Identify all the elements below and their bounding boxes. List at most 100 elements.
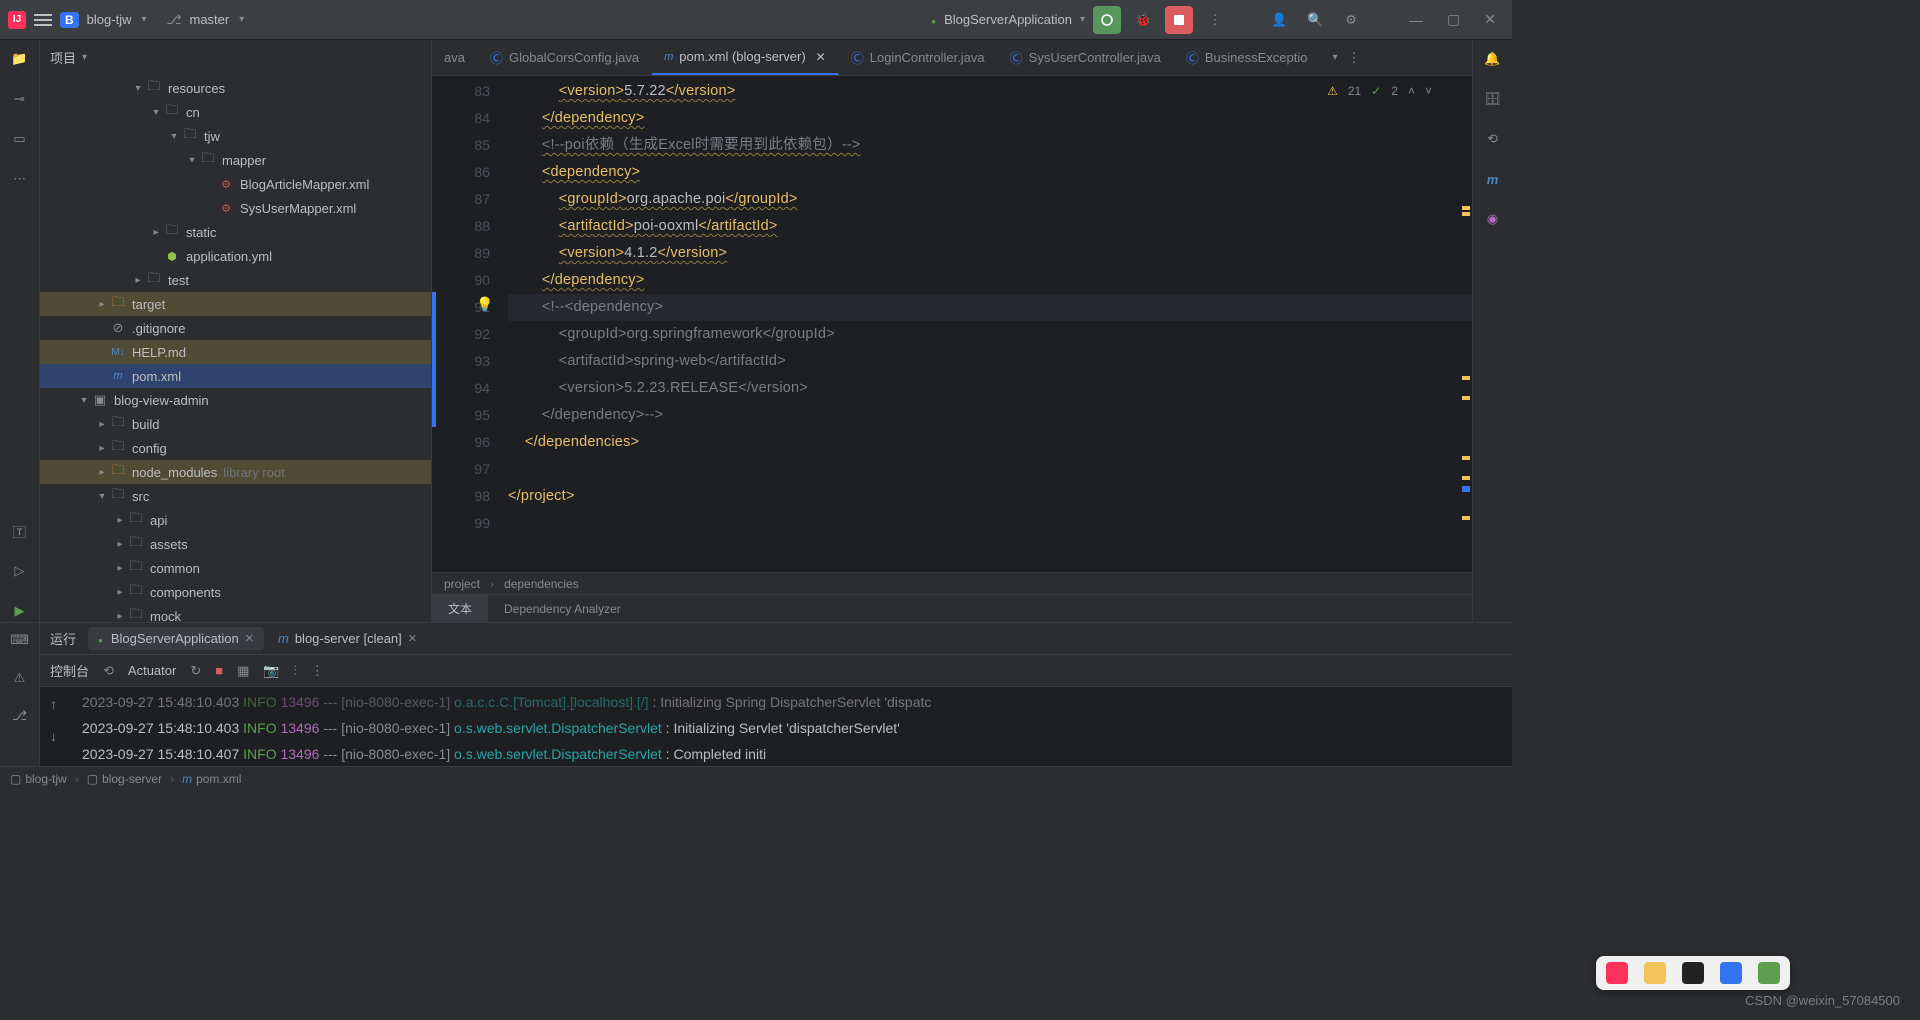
up-icon[interactable]: ↑ — [50, 691, 57, 717]
tabs-more[interactable]: ▾ ⋮ — [1321, 40, 1371, 75]
maven-icon[interactable]: m — [1482, 168, 1504, 190]
stop-button[interactable] — [1165, 6, 1193, 34]
close-icon[interactable]: ✕ — [1476, 11, 1504, 28]
status-crumb[interactable]: ▢ blog-tjw — [10, 772, 67, 786]
stop-icon[interactable]: ■ — [215, 663, 223, 678]
tree-item[interactable]: ⚙BlogArticleMapper.xml — [40, 172, 431, 196]
more-tool-icon[interactable]: ⋯ — [9, 168, 31, 190]
more-icon[interactable]: ⋮ — [1201, 6, 1229, 34]
run-tab-clean[interactable]: mblog-server [clean] ✕ — [268, 627, 427, 650]
tree-item[interactable]: ▸🗀target — [40, 292, 431, 316]
chevron-down-icon[interactable]: ▾ — [239, 14, 244, 25]
database-icon[interactable]: 🗄 — [1482, 88, 1504, 110]
project-name[interactable]: blog-tjw — [87, 12, 132, 27]
tree-item[interactable]: ▸🗀common — [40, 556, 431, 580]
tree-item[interactable]: ▸🗀api — [40, 508, 431, 532]
tree-item[interactable]: ▸🗀test — [40, 268, 431, 292]
branch-name[interactable]: master — [189, 12, 229, 27]
breadcrumb[interactable]: project › dependencies — [432, 572, 1472, 594]
task-icon[interactable] — [1644, 962, 1666, 984]
tree-item[interactable]: ▾🗀src — [40, 484, 431, 508]
notifications-icon[interactable]: 🔔 — [1482, 48, 1504, 70]
run-tab-app[interactable]: BlogServerApplication ✕ — [88, 627, 264, 650]
tree-item[interactable]: ▾🗀tjw — [40, 124, 431, 148]
maximize-icon[interactable]: ▢ — [1439, 11, 1468, 28]
tree-item[interactable]: ▸🗀components — [40, 580, 431, 604]
close-icon[interactable]: ✕ — [245, 632, 254, 645]
structure-tool-icon[interactable]: ▭ — [9, 128, 31, 150]
ai-icon[interactable]: ◉ — [1482, 208, 1504, 230]
rerun-icon[interactable]: ↻ — [190, 663, 201, 679]
code-area[interactable]: <version>5.7.22</version> </dependency> … — [508, 76, 1472, 572]
tree-item[interactable]: ▾🗀cn — [40, 100, 431, 124]
more-icon[interactable]: ⋮ — [311, 663, 324, 679]
camera-icon[interactable]: 📷 — [263, 663, 279, 679]
tree-item[interactable]: ▸🗀mock — [40, 604, 431, 622]
task-icon[interactable] — [1720, 962, 1742, 984]
crumb[interactable]: project — [444, 577, 480, 591]
user-icon[interactable]: 👤 — [1265, 6, 1293, 34]
project-tree[interactable]: ▾🗀resources▾🗀cn▾🗀tjw▾🗀mapper⚙BlogArticle… — [40, 76, 431, 622]
debug-button[interactable]: 🐞 — [1129, 6, 1157, 34]
task-icon[interactable] — [1606, 962, 1628, 984]
chevron-down-icon[interactable]: ▾ — [141, 14, 146, 25]
down-icon[interactable]: ˅ — [1425, 84, 1432, 98]
editor-tab[interactable]: ⒸBusinessExceptio — [1174, 40, 1321, 75]
status-crumb[interactable]: ▢ blog-server — [87, 772, 162, 786]
console-label[interactable]: 控制台 — [50, 661, 89, 680]
tree-item[interactable]: ▸🗀config — [40, 436, 431, 460]
sub-tab-text[interactable]: 文本 — [432, 595, 488, 622]
task-icon[interactable] — [1758, 962, 1780, 984]
editor-tab[interactable]: mpom.xml (blog-server)✕ — [652, 40, 839, 75]
minimize-icon[interactable]: — — [1401, 12, 1431, 28]
build-icon[interactable]: ▷ — [9, 560, 31, 582]
status-crumb[interactable]: m pom.xml — [182, 772, 241, 786]
git-icon[interactable]: ⎇ — [9, 705, 31, 727]
tree-item[interactable]: ▸🗀static — [40, 220, 431, 244]
project-tool-icon[interactable]: 📁 — [9, 48, 31, 70]
console-output[interactable]: ↑ ↓ 2023-09-27 15:48:10.403 INFO 13496 -… — [40, 687, 1512, 766]
editor-tab[interactable]: ⒸGlobalCorsConfig.java — [478, 40, 652, 75]
app-logo[interactable]: IJ — [8, 11, 26, 29]
tree-item[interactable]: ▾▣blog-view-admin — [40, 388, 431, 412]
tree-item[interactable]: ▸🗀node_moduleslibrary root — [40, 460, 431, 484]
run-tool-icon[interactable]: ▶ — [9, 600, 31, 622]
tree-item[interactable]: mpom.xml — [40, 364, 431, 388]
bookmarks-icon[interactable]: 🅃 — [9, 520, 31, 542]
actuator-label[interactable]: Actuator — [128, 663, 176, 678]
tree-item[interactable]: ⬢application.yml — [40, 244, 431, 268]
tree-item[interactable]: ▸🗀assets — [40, 532, 431, 556]
filter-icon[interactable]: ⫶ — [294, 663, 297, 679]
tree-item[interactable]: ⚙SysUserMapper.xml — [40, 196, 431, 220]
crumb[interactable]: dependencies — [504, 577, 579, 591]
editor-tab[interactable]: ⒸSysUserController.java — [998, 40, 1174, 75]
inspections-widget[interactable]: ⚠ 21 ✓ 2 ˄ ˅ — [1327, 84, 1432, 98]
project-badge: B — [60, 12, 79, 28]
layout-icon[interactable]: ▦ — [237, 663, 249, 679]
commit-tool-icon[interactable]: ⊸ — [9, 88, 31, 110]
run-configuration[interactable]: BlogServerApplication ▾ — [931, 12, 1085, 27]
run-button[interactable] — [1093, 6, 1121, 34]
problems-icon[interactable]: ⚠ — [9, 667, 31, 689]
sub-tab-dep-analyzer[interactable]: Dependency Analyzer — [488, 595, 637, 622]
search-icon[interactable]: 🔍 — [1301, 6, 1329, 34]
close-icon[interactable]: ✕ — [816, 50, 826, 64]
tree-item[interactable]: M↓HELP.md — [40, 340, 431, 364]
settings-icon[interactable]: ⚙ — [1337, 6, 1365, 34]
gradle-icon[interactable]: ⟲ — [1482, 128, 1504, 150]
editor[interactable]: 8384858687888990919293949596979899 <vers… — [432, 76, 1472, 572]
main-menu-icon[interactable] — [34, 14, 52, 26]
sidebar-header[interactable]: 项目 ▾ — [40, 40, 431, 76]
editor-tab[interactable]: ava — [432, 40, 478, 75]
close-icon[interactable]: ✕ — [408, 632, 417, 645]
error-stripe[interactable] — [1460, 76, 1472, 572]
down-icon[interactable]: ↓ — [50, 723, 57, 749]
editor-tab[interactable]: ⒸLoginController.java — [839, 40, 998, 75]
tree-item[interactable]: ▸🗀build — [40, 412, 431, 436]
tree-item[interactable]: ⊘.gitignore — [40, 316, 431, 340]
tree-item[interactable]: ▾🗀resources — [40, 76, 431, 100]
terminal-icon[interactable]: ⌨ — [9, 629, 31, 651]
task-icon[interactable] — [1682, 962, 1704, 984]
tree-item[interactable]: ▾🗀mapper — [40, 148, 431, 172]
up-icon[interactable]: ˄ — [1408, 84, 1415, 98]
